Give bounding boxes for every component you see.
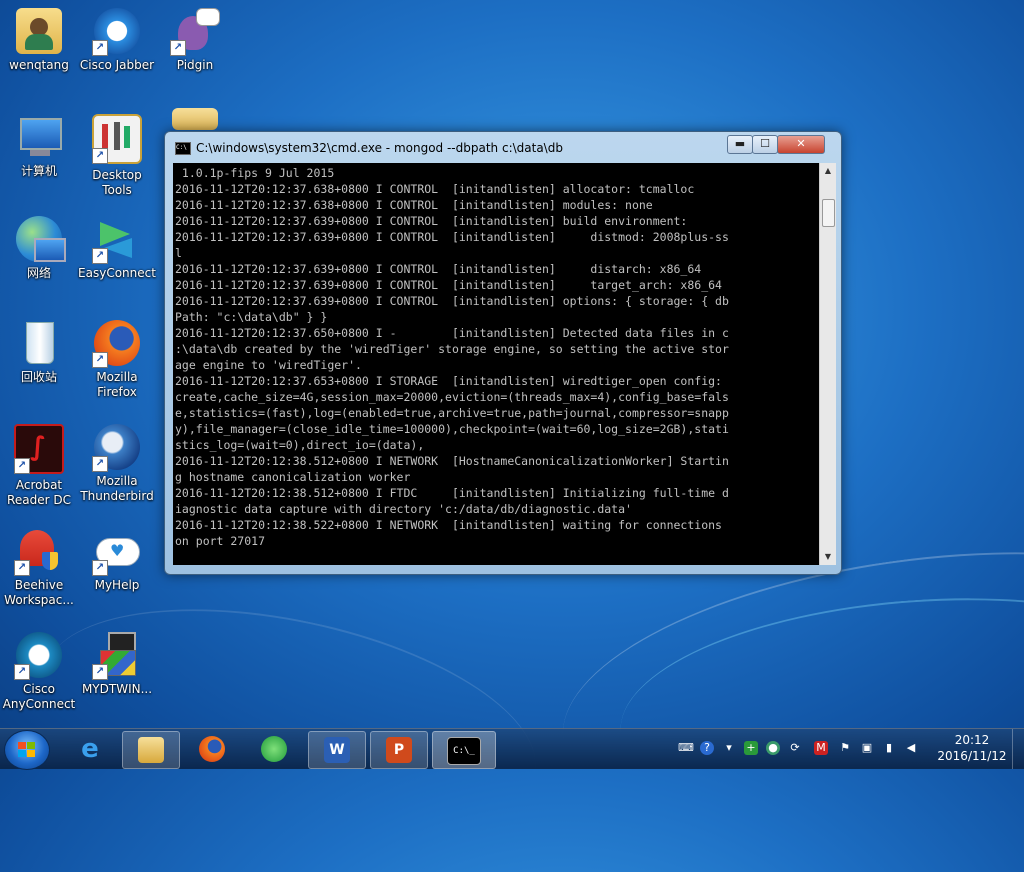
- folder-icon: [172, 108, 218, 130]
- show-desktop-button[interactable]: [1012, 729, 1024, 769]
- shortcut-arrow-icon: ↗: [92, 352, 108, 368]
- desktop-icon-computer[interactable]: 计算机: [0, 114, 78, 179]
- taskbar-explorer-button[interactable]: [122, 731, 180, 769]
- taskbar-cmd-button[interactable]: C:\_: [432, 731, 496, 769]
- wallpaper-swoosh: [24, 570, 556, 872]
- shortcut-arrow-icon: ↗: [92, 148, 108, 164]
- desktop-icon-easyconnect[interactable]: ↗ EasyConnect: [78, 216, 156, 281]
- user-folder-icon: [16, 8, 62, 54]
- pidgin-icon: ↗: [170, 8, 220, 56]
- shortcut-arrow-icon: ↗: [170, 40, 186, 56]
- minimize-button[interactable]: ▬: [727, 135, 753, 154]
- volume-icon[interactable]: ◀: [904, 741, 918, 755]
- easyconnect-icon: [261, 736, 287, 762]
- shortcut-arrow-icon: ↗: [92, 456, 108, 472]
- desktop-icon-firefox[interactable]: ↗ Mozilla Firefox: [78, 320, 156, 400]
- powerpoint-icon: P: [386, 737, 412, 763]
- desktop-icon-thunderbird[interactable]: ↗ Mozilla Thunderbird: [78, 424, 156, 504]
- shortcut-arrow-icon: ↗: [14, 664, 30, 680]
- file-explorer-icon: [138, 737, 164, 763]
- network-globe-icon: [16, 216, 66, 262]
- tools-icon: ↗: [92, 114, 142, 164]
- clock-date: 2016/11/12: [937, 749, 1007, 763]
- taskbar-powerpoint-button[interactable]: P: [370, 731, 428, 769]
- clock-time: 20:12: [954, 733, 990, 747]
- installer-icon: ↗: [92, 632, 140, 680]
- desktop-icon-folder[interactable]: [156, 108, 234, 130]
- taskbar-firefox-button[interactable]: [184, 731, 240, 767]
- firefox-icon: [199, 736, 225, 762]
- window-titlebar[interactable]: C:\ C:\windows\system32\cmd.exe - mongod…: [165, 132, 841, 162]
- recycle-bin-icon: [16, 320, 62, 366]
- desktop-icon-beehive[interactable]: ↗ Beehive Workspac...: [0, 528, 78, 608]
- flag-icon[interactable]: ⚑: [838, 741, 852, 755]
- taskbar-word-button[interactable]: W: [308, 731, 366, 769]
- shortcut-arrow-icon: ↗: [92, 664, 108, 680]
- beehive-icon: ↗: [14, 528, 62, 576]
- desktop-icon-myhelp[interactable]: ♥ ↗ MyHelp: [78, 528, 156, 593]
- acrobat-reader-icon: ∫ ↗: [14, 424, 64, 474]
- shortcut-arrow-icon: ↗: [14, 560, 30, 576]
- desktop-icon-acrobat[interactable]: ∫ ↗ Acrobat Reader DC: [0, 424, 78, 508]
- shield-icon[interactable]: +: [744, 741, 758, 755]
- cisco-anyconnect-icon: ↗: [14, 632, 62, 680]
- word-icon: W: [324, 737, 350, 763]
- desktop-icon-desktop-tools[interactable]: ↗ Desktop Tools: [78, 114, 156, 198]
- vertical-scrollbar[interactable]: ▲ ▼: [819, 163, 836, 565]
- desktop-icon-pidgin[interactable]: ↗ Pidgin: [156, 8, 234, 73]
- cloud-heart-icon: ♥ ↗: [92, 528, 140, 576]
- close-button[interactable]: ✕: [777, 135, 825, 154]
- computer-icon: [16, 114, 62, 160]
- thunderbird-icon: ↗: [92, 424, 140, 472]
- desktop-icon-mydtwin[interactable]: ↗ MYDTWIN...: [78, 632, 156, 697]
- cmd-title-icon: C:\: [175, 142, 191, 155]
- windows-logo-icon: [18, 742, 36, 758]
- desktop-icon-cisco-anyconnect[interactable]: ↗ Cisco AnyConnect: [0, 632, 78, 712]
- taskbar: e W P C:\_ ⌨ ? ▾ + ● ⟳ M ⚑ ▣ ▮ ◀ 20:12 2…: [0, 728, 1024, 770]
- console-output[interactable]: 1.0.1p-fips 9 Jul 2015 2016-11-12T20:12:…: [173, 163, 819, 565]
- firefox-icon: ↗: [92, 320, 140, 368]
- console-text: 1.0.1p-fips 9 Jul 2015 2016-11-12T20:12:…: [175, 166, 729, 548]
- shortcut-arrow-icon: ↗: [14, 458, 30, 474]
- cmd-icon: C:\_: [447, 737, 481, 765]
- start-button[interactable]: [4, 730, 50, 770]
- taskbar-ie-button[interactable]: e: [62, 731, 118, 767]
- scroll-thumb[interactable]: [822, 199, 835, 227]
- scroll-down-arrow-icon[interactable]: ▼: [820, 549, 836, 565]
- scroll-up-arrow-icon[interactable]: ▲: [820, 163, 836, 179]
- window-title: C:\windows\system32\cmd.exe - mongod --d…: [196, 141, 563, 155]
- network-status-icon[interactable]: ●: [766, 741, 780, 755]
- mcafee-icon[interactable]: M: [814, 741, 828, 755]
- maximize-button[interactable]: ☐: [752, 135, 778, 154]
- cisco-jabber-icon: ↗: [92, 8, 140, 56]
- desktop-icon-cisco-jabber[interactable]: ↗ Cisco Jabber: [78, 8, 156, 73]
- easyconnect-icon: ↗: [92, 216, 140, 264]
- desktop-icon-recycle-bin[interactable]: 回收站: [0, 320, 78, 385]
- help-icon[interactable]: ?: [700, 741, 714, 755]
- signal-strength-icon[interactable]: ▮: [882, 741, 896, 755]
- shortcut-arrow-icon: ↗: [92, 248, 108, 264]
- shortcut-arrow-icon: ↗: [92, 40, 108, 56]
- desktop-icon-network[interactable]: 网络: [0, 216, 78, 281]
- internet-explorer-icon: e: [81, 734, 99, 764]
- cmd-window[interactable]: C:\ C:\windows\system32\cmd.exe - mongod…: [164, 131, 842, 575]
- device-icon[interactable]: ▣: [860, 741, 874, 755]
- chevron-down-icon[interactable]: ▾: [722, 741, 736, 755]
- keyboard-icon[interactable]: ⌨: [678, 741, 694, 755]
- desktop-icon-wenqtang[interactable]: wenqtang: [0, 8, 78, 73]
- taskbar-easyconnect-button[interactable]: [246, 731, 302, 767]
- clock[interactable]: 20:12 2016/11/12: [930, 732, 1014, 764]
- sync-icon[interactable]: ⟳: [788, 741, 802, 755]
- shortcut-arrow-icon: ↗: [92, 560, 108, 576]
